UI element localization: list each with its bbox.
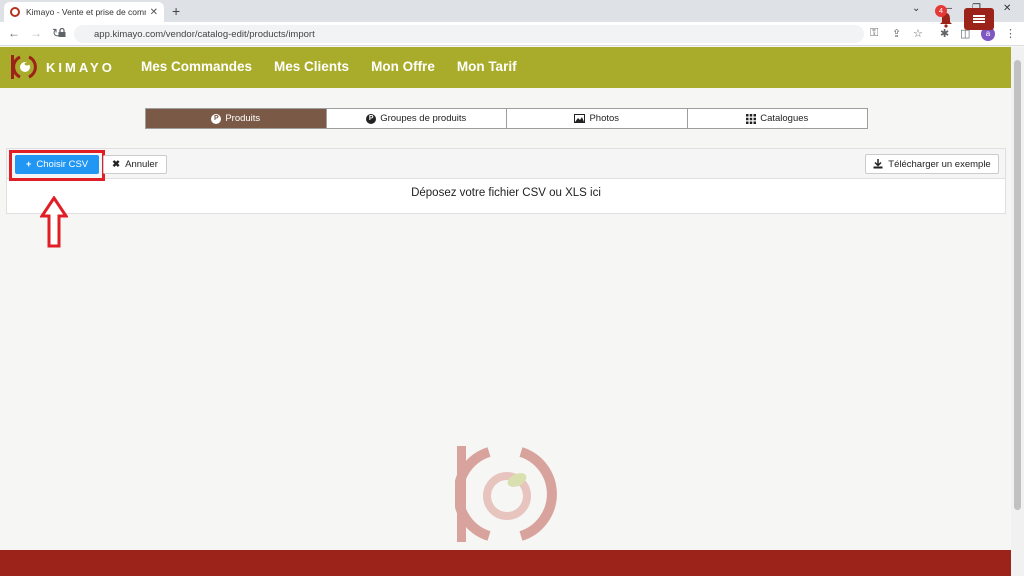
bookmark-star-icon[interactable]: ☆: [913, 27, 923, 40]
tab-label: Photos: [589, 113, 620, 124]
address-toolbar: ← → ↻ app.kimayo.com/vendor/catalog-edit…: [0, 22, 1024, 46]
close-window-button[interactable]: ✕: [1003, 3, 1011, 14]
plus-icon: +: [25, 159, 32, 170]
image-icon: [574, 114, 586, 123]
tab-catalogues[interactable]: Catalogues: [688, 109, 868, 128]
browser-tab[interactable]: Kimayo - Vente et prise de comm ✕: [4, 2, 164, 22]
nav-mes-clients[interactable]: Mes Clients: [274, 59, 349, 74]
catalog-subtabs: P Produits P Groupes de produits Photos …: [145, 108, 868, 129]
page-footer: [0, 550, 1011, 576]
main-nav: Mes Commandes Mes Clients Mon Offre Mon …: [141, 59, 539, 74]
choose-csv-label: Choisir CSV: [36, 159, 89, 170]
brand-name: KIMAYO: [46, 59, 115, 75]
kimayo-logo-icon: [11, 55, 37, 79]
lock-icon: [58, 28, 66, 37]
tab-search-icon[interactable]: ⌄: [912, 3, 920, 14]
browser-menu-icon[interactable]: ⋮: [1005, 27, 1016, 40]
kimayo-watermark-logo: [455, 446, 557, 542]
close-icon: ✖: [112, 159, 121, 170]
tab-label: Produits: [225, 113, 261, 124]
p-circle-icon: P: [366, 113, 377, 124]
tab-produits[interactable]: P Produits: [146, 109, 327, 128]
scrollbar-thumb[interactable]: [1014, 60, 1021, 510]
nav-mon-offre[interactable]: Mon Offre: [371, 59, 435, 74]
kimayo-favicon-icon: [10, 7, 20, 17]
tab-label: Catalogues: [760, 113, 809, 124]
extensions-icon[interactable]: ✱: [940, 27, 949, 40]
browser-tab-bar: Kimayo - Vente et prise de comm ✕ + ⌄ — …: [0, 0, 1024, 22]
tab-close-icon[interactable]: ✕: [150, 7, 158, 18]
forward-icon[interactable]: →: [30, 26, 42, 40]
new-tab-button[interactable]: +: [172, 3, 180, 19]
back-icon[interactable]: ←: [8, 26, 20, 40]
cancel-label: Annuler: [125, 159, 158, 170]
browser-tab-title: Kimayo - Vente et prise de comm: [26, 7, 146, 17]
upload-toolbar: + Choisir CSV ✖ Annuler Télécharger un e…: [7, 149, 1005, 181]
key-icon[interactable]: ⚿: [870, 27, 878, 40]
cancel-button[interactable]: ✖ Annuler: [103, 155, 167, 174]
kimayo-logo[interactable]: KIMAYO: [10, 52, 115, 82]
url-input[interactable]: app.kimayo.com/vendor/catalog-edit/produ…: [74, 25, 864, 43]
tab-label: Groupes de produits: [380, 113, 467, 124]
notification-badge: 4: [935, 5, 947, 17]
tab-photos[interactable]: Photos: [507, 109, 688, 128]
choose-csv-button[interactable]: + Choisir CSV: [15, 155, 99, 174]
share-icon[interactable]: ⇪: [892, 27, 901, 40]
app-header: KIMAYO Mes Commandes Mes Clients Mon Off…: [0, 47, 1011, 88]
hamburger-menu-button[interactable]: [964, 8, 994, 30]
download-example-button[interactable]: Télécharger un exemple: [865, 154, 999, 174]
grid-icon: [746, 113, 757, 124]
upload-panel: + Choisir CSV ✖ Annuler Télécharger un e…: [6, 148, 1006, 214]
download-example-label: Télécharger un exemple: [888, 158, 991, 170]
p-circle-icon: P: [211, 113, 222, 124]
file-dropzone[interactable]: Déposez votre fichier CSV ou XLS ici: [7, 187, 1005, 199]
nav-mon-tarif[interactable]: Mon Tarif: [457, 59, 517, 74]
download-icon: [873, 159, 883, 169]
nav-mes-commandes[interactable]: Mes Commandes: [141, 59, 252, 74]
tab-groupes-de-produits[interactable]: P Groupes de produits: [327, 109, 507, 128]
annotation-up-arrow-icon: [40, 196, 68, 248]
